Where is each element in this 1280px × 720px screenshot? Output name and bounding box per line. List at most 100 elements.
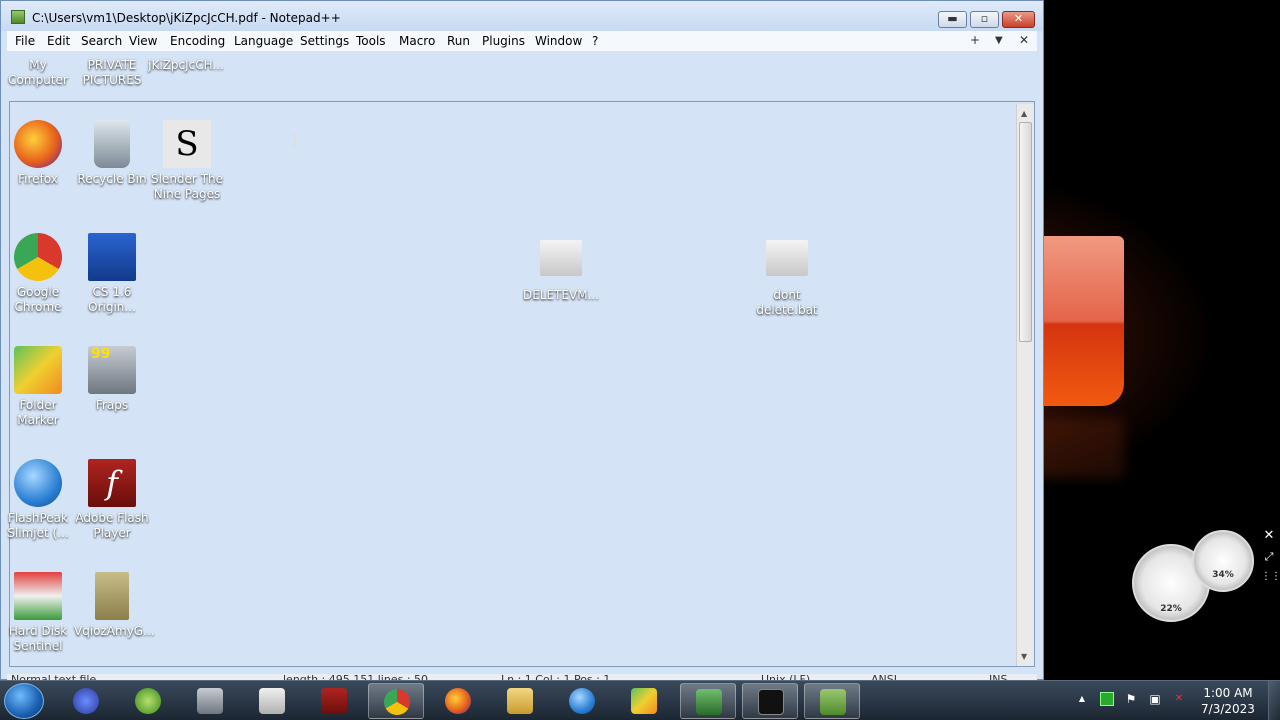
menu-view[interactable]: View: [129, 34, 157, 48]
gadget-drag-handle-icon[interactable]: ⋮⋮: [1261, 569, 1280, 585]
desktop-icon-recycle-bin[interactable]: Recycle Bin: [74, 120, 150, 187]
menu-settings[interactable]: Settings: [300, 34, 349, 48]
icon-label: Firefox: [18, 172, 58, 186]
minimize-button[interactable]: ▬: [938, 11, 967, 28]
title-bar[interactable]: C:\Users\vm1\Desktop\jKiZpcJcCH.pdf - No…: [1, 1, 1043, 31]
slender-icon: S: [163, 120, 211, 168]
hdsentinel-icon: [14, 572, 62, 620]
taskbar-task-manager[interactable]: [680, 683, 736, 719]
clock-time: 1:00 AM: [1203, 686, 1253, 700]
gadget-expand-icon[interactable]: ⤢: [1261, 549, 1277, 565]
folder-marker-icon: [14, 346, 62, 394]
desktop-icon-adobe-flash[interactable]: f Adobe Flash Player: [74, 459, 150, 541]
clock-date: 7/3/2023: [1201, 702, 1255, 716]
taskbar-firefox[interactable]: [430, 683, 486, 719]
taskbar-app-4[interactable]: [244, 683, 300, 719]
taskbar-app-1[interactable]: [58, 683, 114, 719]
close-button[interactable]: ✕: [1002, 11, 1035, 28]
menu-help[interactable]: ?: [592, 34, 598, 48]
notepad-icon[interactable]: [11, 10, 25, 24]
scroll-up-icon[interactable]: ▲: [1021, 109, 1027, 118]
desktop-icon-hard-disk-sentinel[interactable]: Hard Disk Sentinel: [0, 572, 76, 654]
desktop-icon-private-pictures[interactable]: PRIVATE PICTURES: [74, 58, 150, 88]
icon-label: dont delete.bat: [756, 288, 818, 317]
cpu-percent: 22%: [1160, 604, 1182, 614]
menu-plugins[interactable]: Plugins: [482, 34, 525, 48]
desktop-icon-slender[interactable]: S Slender The Nine Pages: [149, 120, 225, 202]
flash-icon: f: [88, 459, 136, 507]
desktop-icon-fraps[interactable]: 99 Fraps: [74, 346, 150, 413]
menu-file[interactable]: File: [15, 34, 35, 48]
desktop-icon-slimjet[interactable]: FlashPeak Slimjet (...: [0, 459, 76, 541]
text-cursor-icon: I: [290, 131, 300, 150]
taskbar-flash[interactable]: [306, 683, 362, 719]
slimjet-icon: [14, 459, 62, 507]
tray-green-icon[interactable]: [1100, 692, 1114, 706]
recycle-bin-icon: [94, 120, 130, 168]
desktop-icon-deletevm[interactable]: DELETEVM...: [523, 240, 599, 303]
menu-language[interactable]: Language: [234, 34, 293, 48]
icon-label: Fraps: [95, 398, 129, 412]
icon-label: Folder Marker: [17, 398, 59, 427]
batch-file-icon: [540, 240, 582, 276]
taskbar-notepadpp[interactable]: [804, 683, 860, 719]
taskbar-explorer[interactable]: [492, 683, 548, 719]
menu-tools[interactable]: Tools: [356, 34, 386, 48]
desktop-icon-jkizpcjcch[interactable]: jKiZpcJcCH...: [148, 58, 224, 73]
desktop-icon-my-computer[interactable]: My Computer: [0, 58, 76, 88]
menu-macro[interactable]: Macro: [399, 34, 435, 48]
network-icon[interactable]: ▣: [1148, 692, 1162, 706]
new-tab-icon[interactable]: +: [970, 33, 980, 47]
show-desktop-button[interactable]: [1268, 681, 1280, 720]
taskbar-slimjet[interactable]: [554, 683, 610, 719]
system-clock[interactable]: 1:00 AM 7/3/2023: [1196, 685, 1260, 717]
folder-icon: [95, 572, 129, 620]
menu-search[interactable]: Search: [81, 34, 122, 48]
taskbar-app-2[interactable]: [120, 683, 176, 719]
cpu-meter-gadget[interactable]: 22% 34%: [1130, 530, 1280, 625]
desktop-icon-vqiozamyg[interactable]: VqiozAmyG...: [74, 572, 155, 639]
icon-label: DELETEVM...: [523, 288, 600, 302]
fraps-icon: 99: [88, 346, 136, 394]
icon-label: CS 1.6 Origin...: [88, 285, 136, 314]
scroll-down-icon[interactable]: ▼: [1021, 652, 1027, 661]
desktop-icon-folder-marker[interactable]: Folder Marker: [0, 346, 76, 428]
taskbar-cmd[interactable]: [742, 683, 798, 719]
window-title: C:\Users\vm1\Desktop\jKiZpcJcCH.pdf - No…: [32, 11, 341, 25]
notepadpp-window: C:\Users\vm1\Desktop\jKiZpcJcCH.pdf - No…: [0, 0, 1044, 682]
desktop-icon-dont-delete[interactable]: dont delete.bat: [749, 240, 825, 318]
vertical-scrollbar[interactable]: ▲ ▼: [1016, 104, 1034, 666]
menu-window[interactable]: Window: [535, 34, 582, 48]
desktop-icon-google-chrome[interactable]: Google Chrome: [0, 233, 76, 315]
folder-marker-icon: [631, 688, 657, 714]
taskbar-folder-marker[interactable]: [616, 683, 672, 719]
desktop-icon-cs16[interactable]: CS 1.6 Origin...: [74, 233, 150, 315]
volume-muted-icon[interactable]: ✕: [1172, 692, 1186, 706]
memory-percent: 34%: [1212, 570, 1234, 580]
cs-icon: [88, 233, 136, 281]
tray-chevron-icon[interactable]: ▲: [1075, 692, 1089, 706]
chrome-icon: [14, 233, 62, 281]
tab-list-icon[interactable]: ▼: [995, 35, 1003, 46]
scrollbar-thumb[interactable]: [1019, 122, 1032, 342]
icon-label: PRIVATE PICTURES: [82, 58, 142, 87]
firefox-icon: [14, 120, 62, 168]
icon-label: Google Chrome: [14, 285, 62, 314]
taskbar-fraps[interactable]: [182, 683, 238, 719]
menu-encoding[interactable]: Encoding: [170, 34, 225, 48]
slimjet-icon: [569, 688, 595, 714]
fraps-icon: [197, 688, 223, 714]
desktop-icon-firefox[interactable]: Firefox: [0, 120, 76, 187]
gadget-close-icon[interactable]: ✕: [1261, 528, 1277, 544]
close-tab-icon[interactable]: ✕: [1019, 33, 1029, 47]
icon-label: My Computer: [8, 58, 68, 87]
maximize-button[interactable]: ▫: [970, 11, 999, 28]
menu-edit[interactable]: Edit: [47, 34, 70, 48]
icon-label: FlashPeak Slimjet (...: [7, 511, 69, 540]
taskbar-chrome[interactable]: [368, 683, 424, 719]
menu-run[interactable]: Run: [447, 34, 470, 48]
chrome-icon: [384, 689, 410, 715]
icon-label: jKiZpcJcCH...: [148, 58, 224, 72]
action-center-flag-icon[interactable]: ⚑: [1124, 692, 1138, 706]
start-button[interactable]: [4, 683, 44, 719]
